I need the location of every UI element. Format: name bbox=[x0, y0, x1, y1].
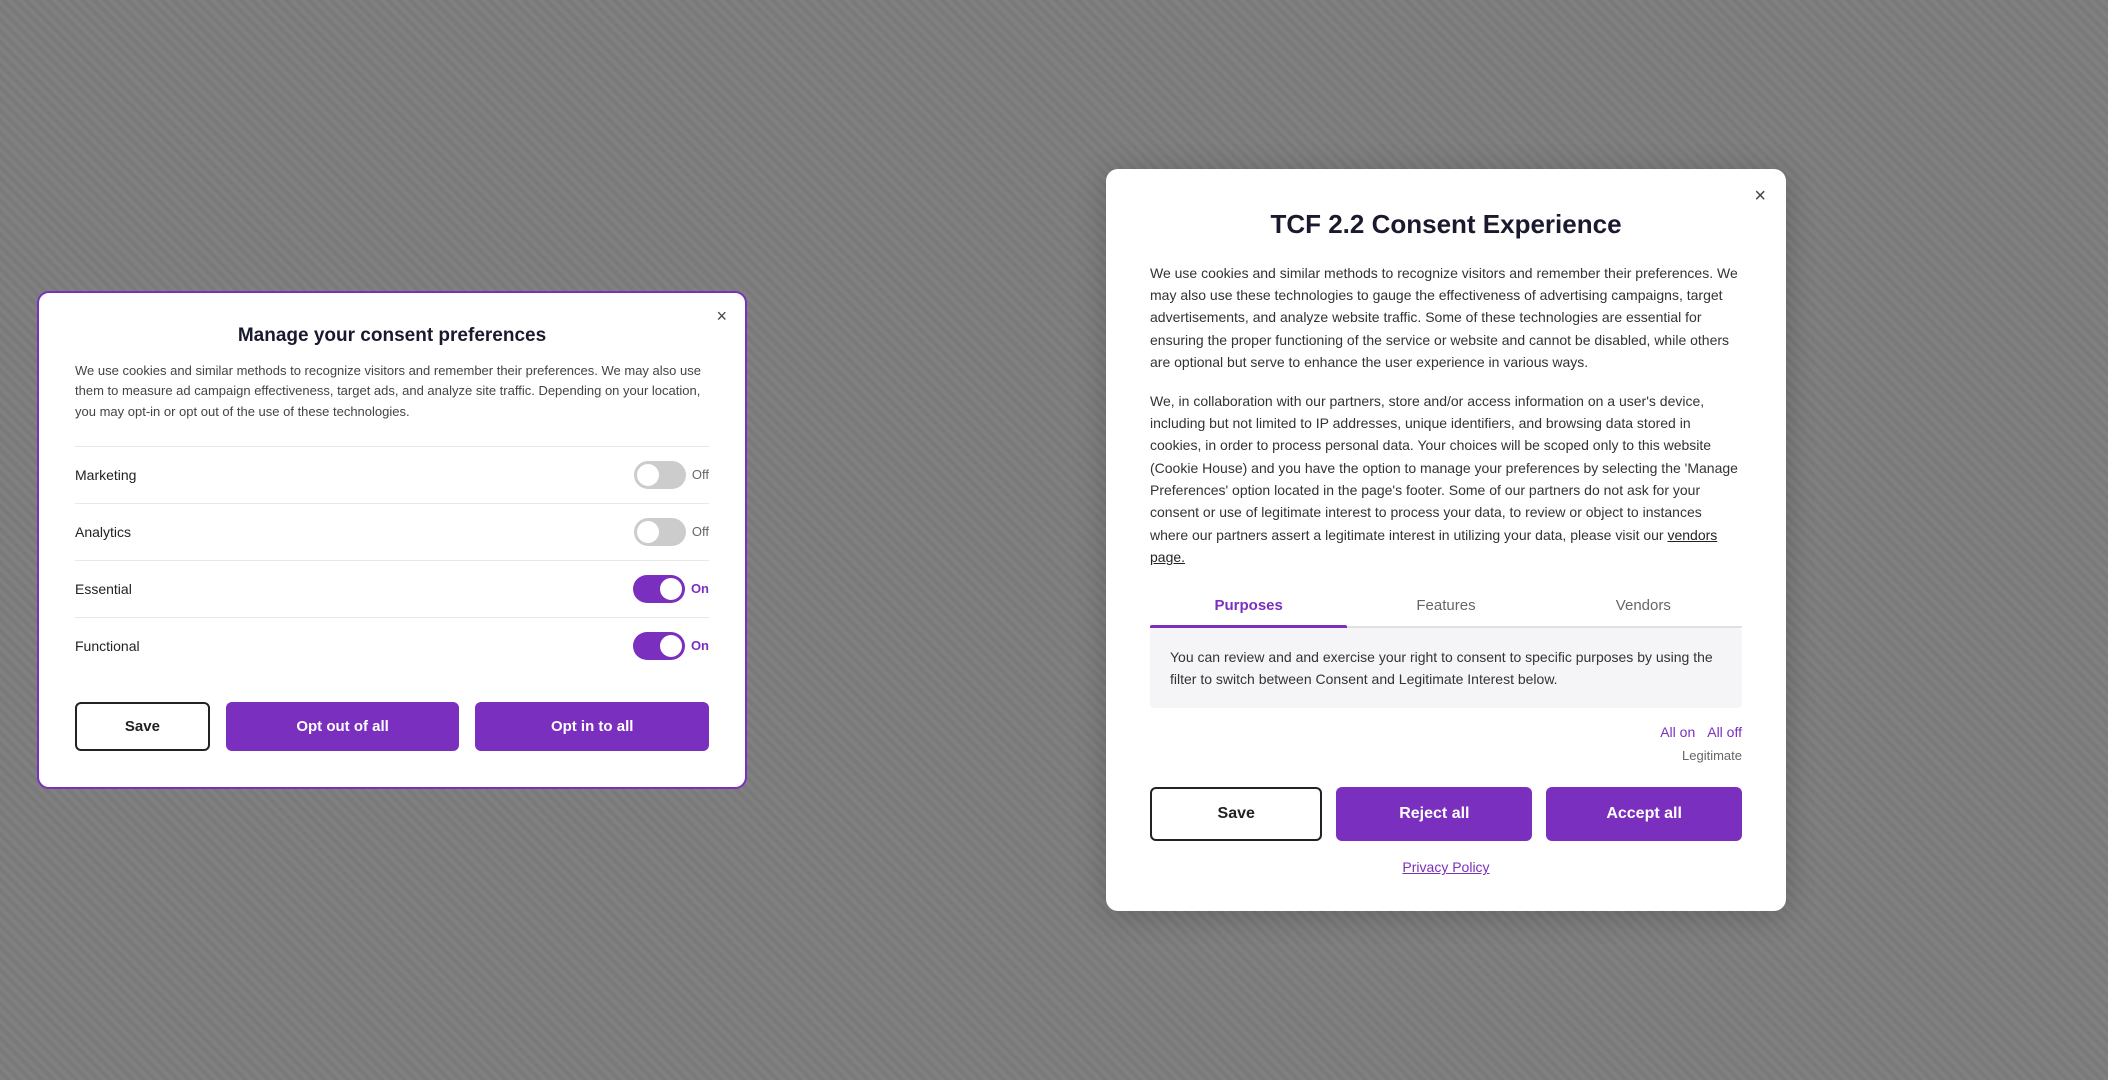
marketing-toggle[interactable]: Off bbox=[634, 461, 709, 489]
marketing-toggle-track[interactable] bbox=[634, 461, 686, 489]
tabs-row: Purposes Features Vendors bbox=[1150, 585, 1742, 628]
functional-toggle-track[interactable] bbox=[633, 632, 685, 660]
marketing-toggle-label: Off bbox=[692, 467, 709, 482]
analytics-toggle-thumb bbox=[637, 521, 659, 543]
left-modal-title: Manage your consent preferences bbox=[75, 325, 709, 347]
functional-toggle[interactable]: On bbox=[633, 632, 709, 660]
opt-in-all-button[interactable]: Opt in to all bbox=[475, 702, 709, 751]
left-modal-description: We use cookies and similar methods to re… bbox=[75, 361, 709, 421]
right-modal-buttons: Save Reject all Accept all bbox=[1150, 787, 1742, 841]
functional-toggle-thumb bbox=[660, 635, 682, 657]
all-off-link[interactable]: All off bbox=[1707, 724, 1742, 740]
consent-row-functional: Functional On bbox=[75, 617, 709, 674]
right-modal-close-button[interactable]: × bbox=[1754, 185, 1766, 208]
left-modal: × Manage your consent preferences We use… bbox=[37, 291, 747, 788]
privacy-policy-link[interactable]: Privacy Policy bbox=[1402, 859, 1489, 875]
legitimate-label: Legitimate bbox=[1150, 748, 1742, 763]
consent-row-essential: Essential On bbox=[75, 560, 709, 617]
tab-content-box: You can review and and exercise your rig… bbox=[1150, 628, 1742, 709]
left-panel: × Manage your consent preferences We use… bbox=[12, 291, 772, 788]
left-modal-close-button[interactable]: × bbox=[716, 307, 727, 325]
right-panel: × TCF 2.2 Consent Experience We use cook… bbox=[796, 169, 2096, 912]
analytics-label: Analytics bbox=[75, 524, 131, 540]
functional-toggle-label: On bbox=[691, 638, 709, 653]
right-modal-description-1: We use cookies and similar methods to re… bbox=[1150, 262, 1742, 374]
analytics-toggle[interactable]: Off bbox=[634, 518, 709, 546]
consent-row-analytics: Analytics Off bbox=[75, 503, 709, 560]
accept-all-button[interactable]: Accept all bbox=[1546, 787, 1742, 841]
analytics-toggle-track[interactable] bbox=[634, 518, 686, 546]
marketing-toggle-thumb bbox=[637, 464, 659, 486]
right-modal: × TCF 2.2 Consent Experience We use cook… bbox=[1106, 169, 1786, 912]
essential-label: Essential bbox=[75, 581, 132, 597]
right-save-button[interactable]: Save bbox=[1150, 787, 1322, 841]
functional-label: Functional bbox=[75, 638, 140, 654]
right-modal-description-2: We, in collaboration with our partners, … bbox=[1150, 390, 1742, 569]
essential-toggle[interactable]: On bbox=[633, 575, 709, 603]
reject-all-button[interactable]: Reject all bbox=[1336, 787, 1532, 841]
left-save-button[interactable]: Save bbox=[75, 702, 210, 751]
tab-purposes[interactable]: Purposes bbox=[1150, 585, 1347, 626]
right-modal-title: TCF 2.2 Consent Experience bbox=[1150, 209, 1742, 240]
all-links: All on All off bbox=[1150, 724, 1742, 740]
essential-toggle-track[interactable] bbox=[633, 575, 685, 603]
consent-row-marketing: Marketing Off bbox=[75, 446, 709, 503]
marketing-label: Marketing bbox=[75, 467, 136, 483]
tab-features[interactable]: Features bbox=[1347, 585, 1544, 626]
left-modal-buttons: Save Opt out of all Opt in to all bbox=[75, 702, 709, 751]
essential-toggle-label: On bbox=[691, 581, 709, 596]
essential-toggle-thumb bbox=[660, 578, 682, 600]
privacy-policy-link-container: Privacy Policy bbox=[1150, 859, 1742, 875]
opt-out-all-button[interactable]: Opt out of all bbox=[226, 702, 460, 751]
analytics-toggle-label: Off bbox=[692, 524, 709, 539]
tab-vendors[interactable]: Vendors bbox=[1545, 585, 1742, 626]
all-on-link[interactable]: All on bbox=[1660, 724, 1695, 740]
